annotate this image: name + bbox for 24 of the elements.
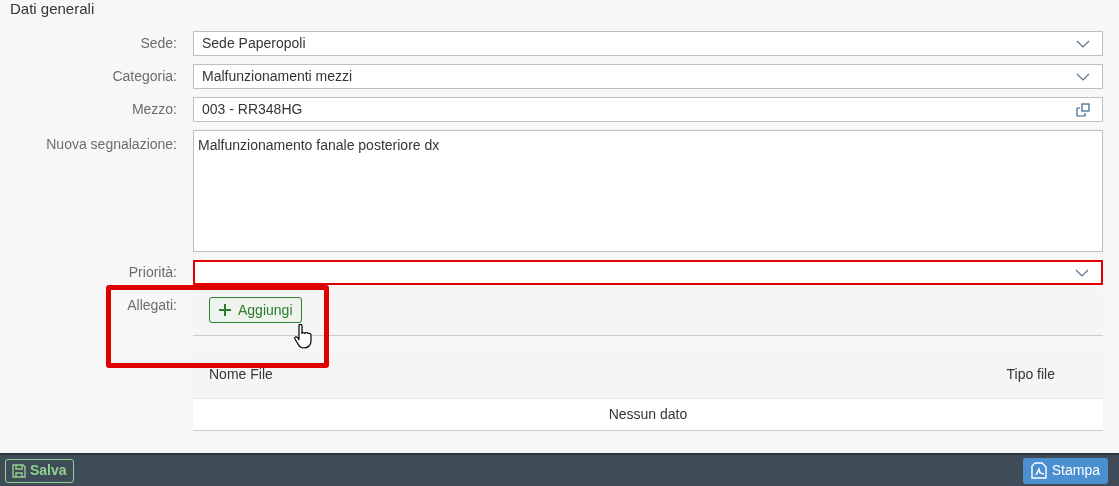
- empty-message: Nessun dato: [608, 405, 688, 424]
- value-help-icon: [1076, 102, 1090, 117]
- dropdown-field[interactable]: Malfunzionamenti mezzi: [193, 64, 1103, 89]
- section-title: Dati generali: [10, 0, 95, 17]
- plus-icon: [218, 303, 232, 317]
- chevron-down-icon: [1076, 39, 1090, 48]
- add-button[interactable]: Aggiungi: [209, 297, 302, 323]
- field-label: Mezzo:: [131, 100, 177, 119]
- input-field[interactable]: 003 - RR348HG: [193, 97, 1103, 122]
- column-header: Nome File: [209, 365, 273, 384]
- field-label: Sede:: [140, 34, 177, 53]
- field-label: Categoria:: [112, 67, 177, 86]
- field-label: Allegati:: [127, 296, 177, 315]
- field-label: Nuova segnalazione:: [46, 135, 177, 154]
- field-label: Priorità:: [128, 263, 177, 282]
- floppy-disk-icon: [12, 463, 26, 478]
- chevron-down-icon: [1075, 268, 1089, 277]
- pdf-document-icon: [1030, 462, 1047, 479]
- column-header: Tipo file: [1006, 365, 1055, 384]
- save-button[interactable]: Salva: [5, 458, 74, 483]
- chevron-down-icon: [1076, 72, 1090, 81]
- text-area[interactable]: Malfunzionamento fanale posteriore dx: [193, 130, 1103, 252]
- dropdown-field[interactable]: [193, 260, 1103, 285]
- dropdown-field[interactable]: Sede Paperopoli: [193, 31, 1103, 56]
